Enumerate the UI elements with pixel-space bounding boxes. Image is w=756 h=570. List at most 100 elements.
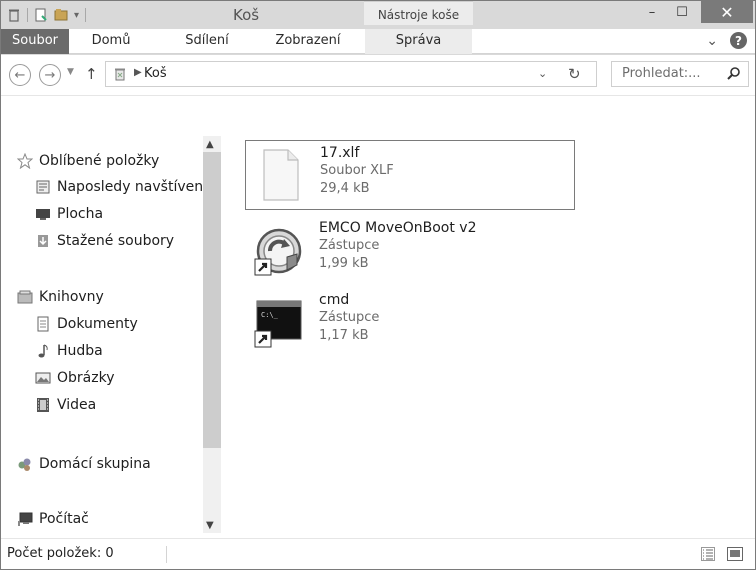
svg-text:C:\_: C:\_ bbox=[261, 311, 279, 319]
refresh-icon[interactable]: ↻ bbox=[568, 65, 581, 83]
recycle-bin-icon bbox=[115, 68, 125, 81]
contextual-tab-group-label: Nástroje koše bbox=[364, 1, 473, 25]
file-item[interactable]: C:\_ cmd Zástupce 1,17 kB bbox=[245, 288, 575, 358]
item-count: Počet položek: 0 bbox=[7, 546, 114, 561]
sidebar-scrollbar-thumb[interactable] bbox=[203, 152, 221, 448]
breadcrumb-separator-icon[interactable]: ▶ bbox=[134, 67, 142, 78]
sidebar-item-label: Plocha bbox=[57, 206, 104, 222]
computer-icon bbox=[17, 511, 33, 527]
recent-locations-dropdown-icon[interactable]: ▼ bbox=[67, 67, 74, 77]
maximize-button[interactable]: ☐ bbox=[669, 1, 695, 23]
sidebar-item-label: Počítač bbox=[39, 511, 89, 527]
address-bar-row: ← → ▼ ↑ ▶ Koš ⌄ ↻ Prohledat:... bbox=[1, 55, 755, 95]
ribbon-tabs: Soubor Domů Sdílení Zobrazení Správa ⌄ ? bbox=[1, 29, 755, 54]
ribbon-controls: ⌄ ? bbox=[706, 32, 747, 49]
sidebar-item-favorites[interactable]: Oblíbené položky bbox=[17, 150, 159, 172]
file-item[interactable]: EMCO MoveOnBoot v2 Zástupce 1,99 kB bbox=[245, 216, 575, 286]
sidebar-item-label: Stažené soubory bbox=[57, 233, 175, 249]
sidebar-item-pictures[interactable]: Obrázky bbox=[35, 367, 114, 389]
file-size: 29,4 kB bbox=[320, 181, 370, 196]
scroll-down-arrow-icon[interactable]: ▼ bbox=[206, 520, 214, 531]
details-view-icon[interactable] bbox=[701, 547, 715, 561]
sidebar-item-label: Dokumenty bbox=[57, 316, 138, 332]
sidebar-item-libraries[interactable]: Knihovny bbox=[17, 286, 104, 308]
pictures-icon bbox=[35, 370, 51, 386]
file-item[interactable]: 17.xlf Soubor XLF 29,4 kB bbox=[245, 140, 575, 210]
properties-icon[interactable] bbox=[34, 8, 48, 22]
emco-shortcut-icon bbox=[254, 228, 302, 276]
sidebar-item-label: Hudba bbox=[57, 343, 103, 359]
cmd-shortcut-icon: C:\_ bbox=[254, 300, 302, 348]
tab-file[interactable]: Soubor bbox=[1, 29, 69, 54]
status-separator bbox=[166, 546, 167, 563]
help-icon[interactable]: ? bbox=[730, 32, 747, 49]
sidebar-item-label: Videa bbox=[57, 397, 97, 413]
file-name: EMCO MoveOnBoot v2 bbox=[319, 220, 477, 236]
sidebar-item-label: Naposledy navštívené bbox=[57, 179, 212, 195]
window-title: Koš bbox=[233, 6, 260, 24]
search-icon[interactable] bbox=[726, 66, 742, 82]
quick-access-toolbar: ▾ bbox=[7, 6, 87, 24]
explorer-window: ▾ Koš Nástroje koše – ☐ ✕ Soubor Domů Sd… bbox=[0, 0, 756, 570]
sidebar-item-computer[interactable]: Počítač bbox=[17, 508, 89, 530]
main-area: Oblíbené položky Naposledy navštívené Pl… bbox=[1, 95, 755, 538]
qat-dropdown-icon[interactable]: ▾ bbox=[74, 10, 79, 21]
sidebar-item-documents[interactable]: Dokumenty bbox=[35, 313, 138, 335]
recycle-bin-small-icon[interactable] bbox=[7, 8, 21, 22]
title-bar: ▾ Koš Nástroje koše – ☐ ✕ bbox=[1, 1, 755, 29]
navigation-pane: Oblíbené položky Naposledy navštívené Pl… bbox=[1, 96, 223, 539]
library-icon bbox=[17, 289, 33, 305]
scroll-up-arrow-icon[interactable]: ▲ bbox=[206, 139, 214, 150]
arrow-right-icon: → bbox=[44, 67, 56, 83]
sidebar-item-downloads[interactable]: Stažené soubory bbox=[35, 230, 174, 252]
search-placeholder: Prohledat:... bbox=[622, 66, 701, 81]
file-type: Zástupce bbox=[319, 310, 380, 325]
document-icon bbox=[35, 316, 51, 332]
sidebar-item-desktop[interactable]: Plocha bbox=[35, 203, 103, 225]
recent-places-icon bbox=[35, 179, 51, 195]
close-button[interactable]: ✕ bbox=[701, 1, 753, 23]
address-dropdown-icon[interactable]: ⌄ bbox=[538, 67, 547, 80]
new-folder-icon[interactable] bbox=[54, 8, 68, 22]
back-button[interactable]: ← bbox=[9, 64, 31, 86]
sidebar-item-recent-places[interactable]: Naposledy navštívené bbox=[35, 176, 212, 198]
downloads-icon bbox=[35, 233, 51, 249]
file-list: 17.xlf Soubor XLF 29,4 kB EMCO MoveOnBoo… bbox=[231, 96, 751, 539]
file-name: cmd bbox=[319, 292, 350, 308]
large-icons-view-icon[interactable] bbox=[727, 547, 743, 561]
file-type: Zástupce bbox=[319, 238, 380, 253]
help-icon-glyph: ? bbox=[735, 33, 742, 48]
address-field[interactable]: ▶ Koš ⌄ ↻ bbox=[105, 61, 597, 87]
up-arrow-icon[interactable]: ↑ bbox=[85, 65, 98, 83]
desktop-icon bbox=[35, 206, 51, 222]
status-bar: Počet položek: 0 bbox=[1, 538, 755, 569]
tab-home[interactable]: Domů bbox=[81, 29, 141, 54]
sidebar-item-label: Domácí skupina bbox=[39, 456, 151, 472]
file-size: 1,99 kB bbox=[319, 256, 369, 271]
sidebar-item-music[interactable]: Hudba bbox=[35, 340, 103, 362]
file-type: Soubor XLF bbox=[320, 163, 394, 178]
qat-separator bbox=[85, 8, 87, 22]
blank-file-icon bbox=[263, 149, 299, 201]
file-size: 1,17 kB bbox=[319, 328, 369, 343]
expand-ribbon-icon[interactable]: ⌄ bbox=[706, 33, 718, 49]
star-icon bbox=[17, 153, 33, 169]
tab-view[interactable]: Zobrazení bbox=[263, 29, 353, 54]
sidebar-item-label: Oblíbené položky bbox=[39, 153, 160, 169]
sidebar-item-label: Knihovny bbox=[39, 289, 104, 305]
search-input[interactable]: Prohledat:... bbox=[611, 61, 749, 87]
tab-manage[interactable]: Správa bbox=[365, 29, 472, 54]
sidebar-item-homegroup[interactable]: Domácí skupina bbox=[17, 453, 151, 475]
homegroup-icon bbox=[17, 456, 33, 472]
tab-share[interactable]: Sdílení bbox=[177, 29, 237, 54]
arrow-left-icon: ← bbox=[14, 67, 26, 83]
sidebar-item-label: Obrázky bbox=[57, 370, 115, 386]
file-name: 17.xlf bbox=[320, 145, 360, 161]
minimize-button[interactable]: – bbox=[639, 1, 665, 23]
video-icon bbox=[35, 397, 51, 413]
forward-button[interactable]: → bbox=[39, 64, 61, 86]
music-icon bbox=[35, 343, 51, 359]
breadcrumb-current[interactable]: Koš bbox=[144, 66, 167, 81]
qat-separator bbox=[27, 8, 28, 22]
sidebar-item-videos[interactable]: Videa bbox=[35, 394, 96, 416]
